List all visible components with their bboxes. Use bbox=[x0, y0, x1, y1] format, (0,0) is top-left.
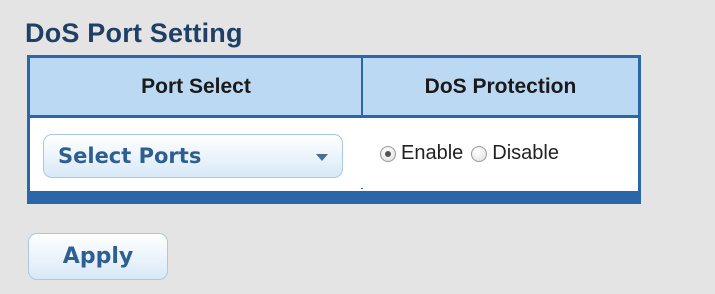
dos-enable-option[interactable]: Enable bbox=[380, 142, 463, 165]
dos-disable-option[interactable]: Disable bbox=[471, 142, 559, 165]
apply-button[interactable]: Apply bbox=[28, 233, 168, 280]
dos-enable-label: Enable bbox=[401, 142, 464, 164]
dos-port-table: Port Select DoS Protection Select Ports … bbox=[27, 55, 641, 204]
dos-disable-radio[interactable] bbox=[471, 145, 488, 162]
dos-enable-radio[interactable] bbox=[380, 145, 396, 162]
column-header-port-select: Port Select bbox=[141, 74, 251, 98]
column-header-dos-protection: DoS Protection bbox=[424, 74, 577, 98]
dos-disable-label: Disable bbox=[492, 142, 559, 164]
dos-protection-radio-group: Enable Disable bbox=[380, 142, 567, 165]
dos-port-setting-page: DoS Port Setting Port Select DoS Protect… bbox=[0, 0, 715, 294]
table-header: Port Select DoS Protection bbox=[30, 58, 638, 118]
select-ports-dropdown[interactable]: Select Ports bbox=[43, 134, 343, 178]
chevron-down-icon bbox=[316, 154, 328, 161]
page-title: DoS Port Setting bbox=[25, 18, 243, 48]
select-ports-value: Select Ports bbox=[58, 144, 202, 168]
table-row: Select Ports Enable Disable bbox=[30, 118, 638, 188]
table-footer-bar bbox=[30, 191, 638, 201]
